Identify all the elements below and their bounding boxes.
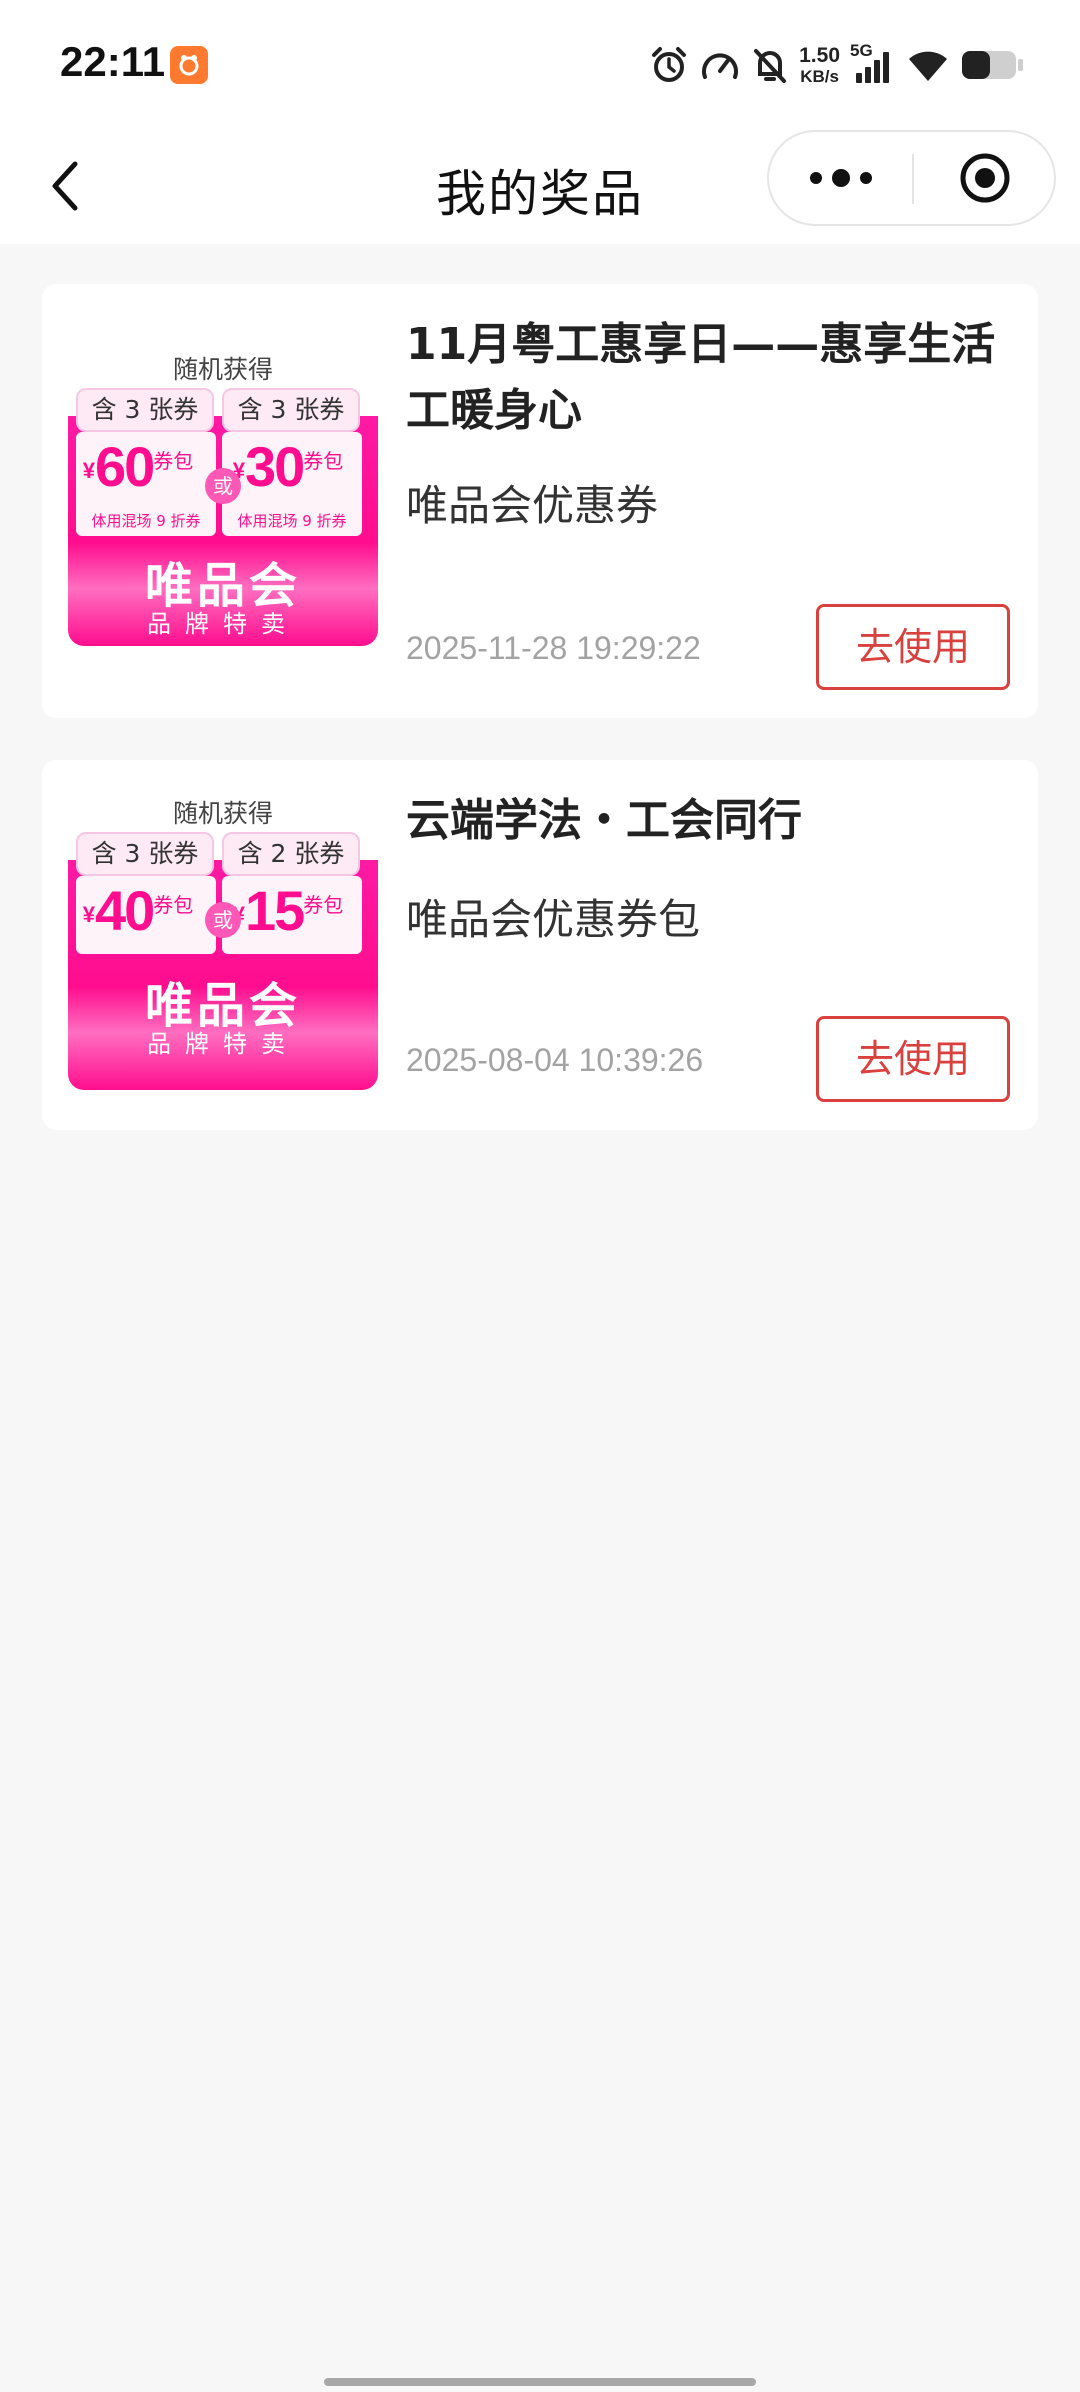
prize-thumbnail: 随机获得 含 3 张券 含 2 张券 ¥40券包 ¥15券包 或 唯品会 品牌特… (68, 794, 378, 1090)
prize-date: 2025-11-28 19:29:22 (406, 630, 701, 666)
prize-card: 随机获得 含 3 张券 含 3 张券 ¥60券包 ¥30券包 体用混场 9 折券… (42, 284, 1038, 718)
thumb-sub-right: 体用混场 9 折券 (237, 512, 347, 530)
thumb-sub-left: 体用混场 9 折券 (91, 512, 201, 530)
use-button[interactable]: 去使用 (816, 604, 1010, 690)
prize-thumbnail: 随机获得 含 3 张券 含 3 张券 ¥60券包 ¥30券包 体用混场 9 折券… (68, 350, 378, 646)
home-indicator[interactable] (324, 2378, 756, 2386)
battery-icon (962, 51, 1023, 79)
speedometer-icon (702, 53, 739, 79)
prize-date: 2025-08-04 10:39:26 (406, 1042, 704, 1078)
nav-bar: 我的奖品 (0, 128, 1080, 244)
network-type: 5G (850, 41, 873, 60)
thumb-pill-left: 含 3 张券 (76, 388, 214, 432)
amount-value: 60 (94, 435, 155, 498)
thumb-amount-right: ¥15券包 (218, 878, 358, 943)
net-speed-value: 1.50 (799, 44, 840, 67)
app-notification-icon (170, 46, 208, 84)
prize-card: 随机获得 含 3 张券 含 2 张券 ¥40券包 ¥15券包 或 唯品会 品牌特… (42, 760, 1038, 1130)
more-dots-icon-right (859, 172, 872, 184)
thumb-pill-right: 含 3 张券 (222, 388, 360, 432)
alarm-icon (652, 47, 687, 82)
pack-label: 券包 (153, 895, 194, 917)
prize-type: 唯品会优惠券 (406, 481, 659, 530)
thumb-amount-left: ¥60券包 (68, 434, 208, 499)
status-bar: 22:11 1.50 KB/s 5G (0, 0, 1080, 128)
more-dots-icon-center (831, 169, 850, 187)
pack-label: 券包 (153, 451, 194, 473)
thumb-or-badge: 或 (205, 902, 241, 938)
use-button[interactable]: 去使用 (816, 1016, 1010, 1102)
thumb-amount-left: ¥40券包 (68, 878, 208, 943)
pack-label: 券包 (303, 451, 344, 473)
net-speed: 1.50 KB/s (799, 45, 840, 85)
wifi-icon (909, 51, 947, 81)
mute-bell-icon (754, 49, 787, 83)
more-dots-icon (809, 172, 822, 184)
signal-icon: 5G (850, 41, 896, 87)
currency-symbol: ¥ (82, 902, 95, 927)
prize-list: 随机获得 含 3 张券 含 3 张券 ¥60券包 ¥30券包 体用混场 9 折券… (42, 284, 1038, 1172)
amount-value: 40 (94, 879, 155, 942)
thumb-pill-right: 含 2 张券 (222, 832, 360, 876)
thumb-random-label: 随机获得 (172, 355, 273, 384)
prize-type: 唯品会优惠券包 (406, 895, 701, 944)
prize-title: 11月粤工惠享日——惠享生活工暖身心 (406, 319, 996, 436)
close-mini-program-button[interactable] (914, 132, 1056, 224)
thumb-slogan: 品牌特卖 (147, 610, 299, 638)
more-button[interactable] (769, 132, 912, 224)
thumb-pill-left: 含 3 张券 (76, 832, 214, 876)
prize-title: 云端学法・工会同行 (406, 795, 802, 846)
currency-symbol: ¥ (82, 458, 95, 483)
status-icons: 1.50 KB/s 5G (649, 40, 1024, 90)
thumb-slogan: 品牌特卖 (147, 1030, 299, 1058)
thumb-or-badge: 或 (205, 468, 241, 504)
status-time: 22:11 (60, 38, 166, 85)
mini-program-capsule (767, 130, 1056, 226)
net-speed-unit: KB/s (800, 67, 839, 86)
pack-label: 券包 (303, 895, 344, 917)
amount-value: 30 (244, 435, 305, 498)
thumb-random-label: 随机获得 (172, 799, 273, 828)
amount-value: 15 (244, 879, 305, 942)
target-close-icon (960, 153, 1010, 203)
